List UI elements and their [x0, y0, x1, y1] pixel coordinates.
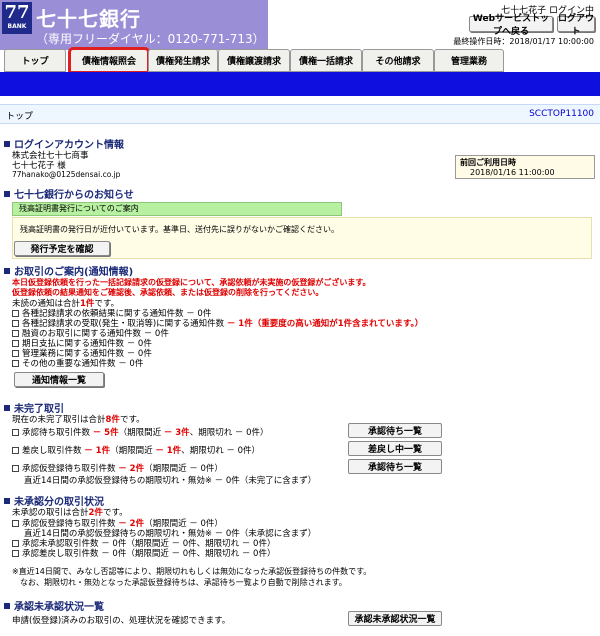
section-title: お取引のご案内(通知情報) — [14, 267, 134, 278]
row-rest: 、期限切れ － 0件） — [189, 428, 269, 438]
row-label: 承認待ち取引件数 — [22, 428, 91, 438]
row-mid: （期限間近 — [110, 446, 153, 456]
notification-list-button[interactable]: 通知情報一覧 — [14, 372, 104, 387]
checkbox-icon — [12, 310, 19, 317]
tab-credit-issue[interactable]: 債権発生請求 — [148, 49, 218, 72]
notices-heading: 七十七銀行からのお知らせ — [4, 186, 134, 201]
notice-item-label: その他の重要な通知件数 — [22, 359, 116, 369]
row-near: － 1件 — [155, 446, 182, 456]
checkbox-icon — [12, 429, 19, 436]
bank-phone: （専用フリーダイヤル：0120-771-713） — [36, 32, 265, 46]
notice-body: 残高証明書の発行日が近付いています。基準日、送付先に誤りがないかご確認ください。 — [20, 225, 339, 234]
square-bullet-icon — [4, 404, 10, 411]
tab-management[interactable]: 管理業務 — [434, 49, 504, 72]
bank-name: 七十七銀行 — [36, 7, 141, 31]
tab-credit-bulk[interactable]: 債権一括請求 — [290, 49, 362, 72]
notice-item-count: － 1件 — [226, 319, 253, 329]
square-bullet-icon — [4, 190, 10, 197]
last-login-box: 前回ご利用日時 2018/01/16 11:00:00 — [455, 155, 595, 179]
approval-waiting-list-button[interactable]: 承認待ち一覧 — [348, 423, 442, 438]
tab-top[interactable]: トップ — [4, 49, 66, 72]
section-title: 承認未承認状況一覧 — [14, 602, 104, 613]
summary-suffix: です。 — [119, 415, 145, 425]
checkbox-icon — [12, 540, 19, 547]
pending-row-provisional: 承認仮登録待ち取引件数 － 2件（期限間近 － 0件） — [12, 462, 223, 474]
title-bar — [0, 104, 600, 124]
square-bullet-icon — [4, 497, 10, 504]
logo-text: BANK — [7, 23, 27, 30]
pending-row-approval: 承認待ち取引件数 － 5件（期限間近 － 3件、期限切れ － 0件） — [12, 426, 269, 438]
page-title: トップ — [6, 112, 34, 122]
pending-row-returned: 差戻し取引件数 － 1件（期限間近 － 1件、期限切れ － 0件） — [12, 444, 260, 456]
returned-list-button[interactable]: 差戻し中一覧 — [348, 441, 442, 456]
last-operation-time: 最終操作日時：2018/01/17 10:00:00 — [453, 37, 594, 46]
notice-item-note: （重要度の高い通知が1件含まれています。） — [252, 319, 424, 329]
row-rest: 、期限切れ － 0件） — [181, 446, 261, 456]
unapproved-row-returned: 承認差戻し取引件数 － 0件（期限間近 － 0件、期限切れ － 0件） — [12, 547, 275, 559]
checkbox-icon — [12, 320, 19, 327]
row-count: － 2件 — [118, 464, 145, 474]
tab-credit-inquiry[interactable]: 債権情報照会 — [68, 47, 150, 74]
tab-credit-transfer[interactable]: 債権譲渡請求 — [218, 49, 290, 72]
checkbox-icon — [12, 520, 19, 527]
notice-item[interactable]: その他の重要な通知件数 － 0件 — [12, 357, 143, 369]
section-title: 七十七銀行からのお知らせ — [14, 190, 134, 201]
checkbox-icon — [12, 447, 19, 454]
approval-list-heading: 承認未承認状況一覧 — [4, 598, 104, 613]
row-near: － 3件 — [163, 428, 190, 438]
last-login-value: 2018/01/16 11:00:00 — [470, 168, 555, 177]
notice-title[interactable]: 残高証明書発行についてのご案内 — [12, 202, 342, 216]
notice-item-count: － 0件 — [118, 359, 144, 369]
pending-summary: 現在の未完了取引は合計8件です。 — [12, 413, 145, 425]
row-label: 差戻し取引件数 — [22, 446, 82, 456]
logo-number: 77 — [4, 2, 30, 23]
row-text: 承認差戻し取引件数 － 0件（期限間近 － 0件、期限切れ － 0件） — [22, 549, 276, 559]
row-mid: （期限間近 — [118, 428, 162, 438]
web-top-button[interactable]: Webサービストップへ戻る — [469, 14, 553, 37]
square-bullet-icon — [4, 602, 10, 609]
nav-bar — [0, 72, 600, 96]
transaction-info-heading: お取引のご案内(通知情報) — [4, 263, 133, 278]
square-bullet-icon — [4, 140, 10, 147]
checkbox-icon — [12, 465, 19, 472]
logout-button[interactable]: ログアウト — [557, 14, 595, 37]
last-login-label: 前回ご利用日時 — [460, 158, 516, 167]
summary-count: 8件 — [105, 415, 120, 425]
user-email: 77hanako@0125densai.co.jp — [12, 170, 121, 179]
checkbox-icon — [12, 340, 19, 347]
row-count: － 5件 — [92, 428, 119, 438]
bank-logo[interactable]: 77 BANK — [2, 2, 32, 34]
footnote-1: ※直近14日間で、みなし否認等により、期限切れもしくは無効になった承認仮登録待ち… — [12, 567, 372, 576]
checkbox-icon — [12, 330, 19, 337]
row-rest: （期限間近 － 0件） — [144, 464, 223, 474]
approval-list-body: 申請(仮登録)済みのお取引の、処理状況を確認できます。 — [12, 616, 231, 626]
checkbox-icon — [12, 550, 19, 557]
square-bullet-icon — [4, 267, 10, 274]
tab-other-requests[interactable]: その他請求 — [362, 49, 434, 72]
pending-row-provisional-sub: 直近14日間の承認仮登録待ちの期限切れ・無効※ － 0件（未完了に含まず） — [24, 476, 317, 486]
check-issue-schedule-button[interactable]: 発行予定を確認 — [14, 241, 110, 256]
checkbox-icon — [12, 350, 19, 357]
row-label: 承認仮登録待ち取引件数 — [22, 464, 116, 474]
approval-status-list-button[interactable]: 承認未承認状況一覧 — [348, 611, 442, 626]
provisional-waiting-list-button[interactable]: 承認待ち一覧 — [348, 459, 442, 474]
screen-id: SCCTOP11100 — [529, 109, 594, 119]
checkbox-icon — [12, 360, 19, 367]
footnote-2: なお、期限切れ・無効となった承認仮登録待ちは、承認待ち一覧より自動で削除されます… — [20, 578, 347, 587]
summary-prefix: 現在の未完了取引は合計 — [12, 415, 106, 425]
row-count: － 1件 — [84, 446, 111, 456]
